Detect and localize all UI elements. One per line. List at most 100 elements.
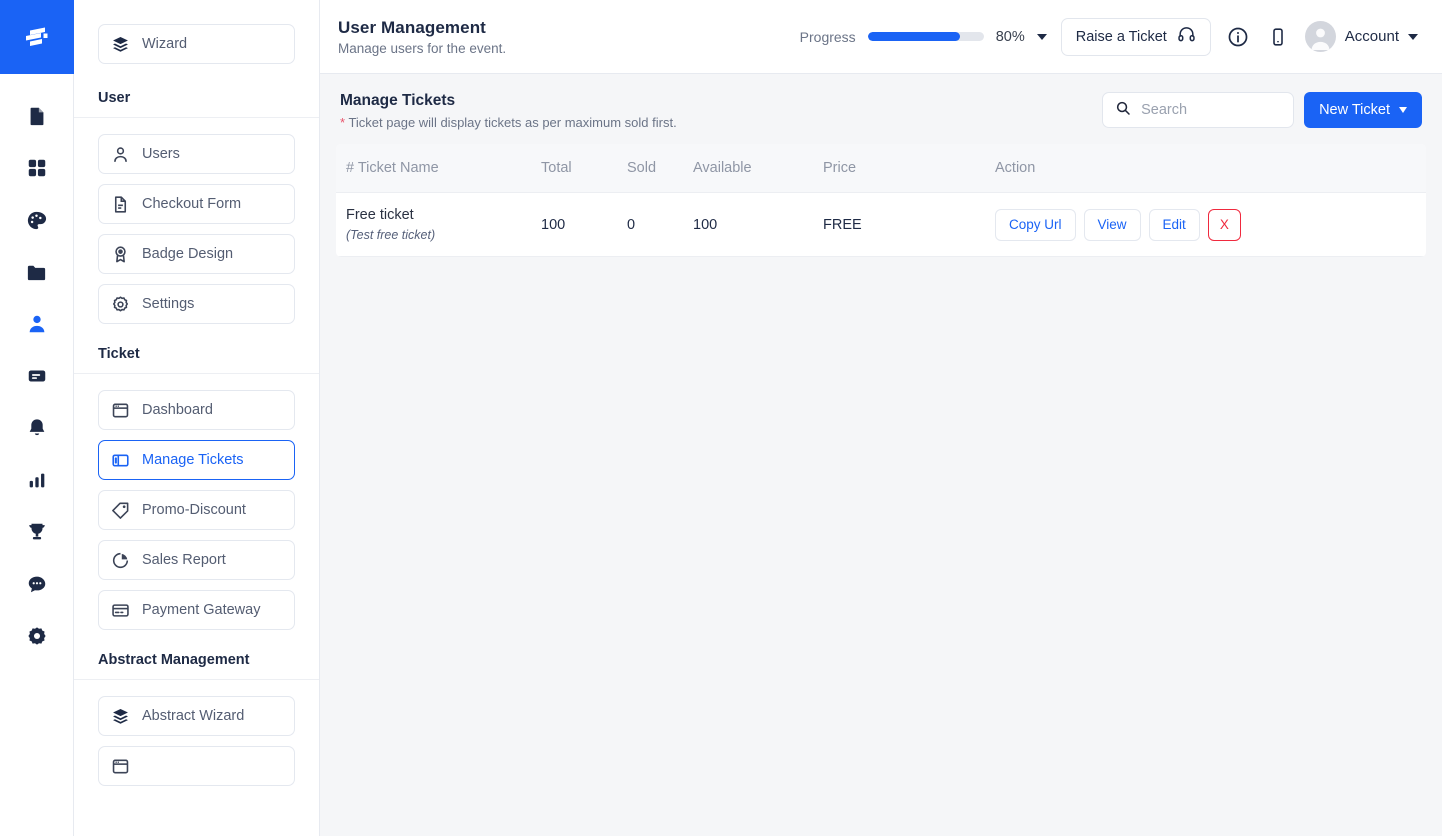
top-bar: User Management Manage users for the eve… [320,0,1442,74]
sidebar-item-sales-report[interactable]: Sales Report [98,540,295,580]
sidebar-item-users[interactable]: Users [98,134,295,174]
sidebar-item-label: Payment Gateway [142,602,261,618]
content-header: Manage Tickets * Ticket page will displa… [336,74,1426,144]
chevron-down-icon [1399,107,1407,113]
cell-available: 100 [693,192,823,257]
window-icon [111,757,130,776]
search-icon [1115,100,1131,121]
cell-total: 100 [541,192,627,257]
sidebar-item-abstract-wizard[interactable]: Abstract Wizard [98,696,295,736]
chevron-down-icon[interactable] [1036,33,1047,40]
credit-card-icon [111,601,130,620]
sidebar-content: Wizard User Users Checkout Form Badge De… [74,0,319,786]
sidebar-item-label: Badge Design [142,246,234,262]
rail-item-awards[interactable] [11,506,63,558]
column-price: Price [823,144,995,193]
sidebar-item-label: Wizard [142,36,188,52]
cell-sold: 0 [627,192,693,257]
rail-item-users[interactable] [11,298,63,350]
raise-ticket-label: Raise a Ticket [1075,28,1167,45]
search-box[interactable] [1102,92,1295,128]
main-column: User Management Manage users for the eve… [320,0,1442,836]
sidebar-item-label: Settings [142,296,195,312]
layers-icon [111,707,130,726]
sidebar-item-label: Abstract Wizard [142,708,245,724]
new-ticket-button[interactable]: New Ticket [1304,92,1422,128]
sidebar-item-badge-design[interactable]: Badge Design [98,234,295,274]
column-available: Available [693,144,823,193]
tag-icon [111,501,130,520]
file-text-icon [111,195,130,214]
sidebar-item-label: Promo-Discount [142,502,246,518]
progress-track [867,32,984,41]
top-bar-actions: Progress 80% Raise a Ticket Account [800,17,1418,56]
cell-ticket-name: Free ticket (Test free ticket) [336,192,541,257]
view-button[interactable]: View [1083,208,1141,241]
content-area: Manage Tickets * Ticket page will displa… [320,74,1442,836]
rail-item-settings[interactable] [11,610,63,662]
sidebar-item-payment-gateway[interactable]: Payment Gateway [98,590,295,630]
account-menu[interactable]: Account [1304,21,1418,52]
rail-item-chat[interactable] [11,558,63,610]
required-asterisk: * [340,115,346,130]
mobile-icon[interactable] [1265,24,1291,50]
sidebar-item-label: Checkout Form [142,196,242,212]
ticket-subtitle: (Test free ticket) [346,228,436,242]
header-title-block: User Management Manage users for the eve… [338,18,506,56]
section-note: * Ticket page will display tickets as pe… [340,115,677,130]
raise-ticket-button[interactable]: Raise a Ticket [1060,17,1211,56]
info-icon[interactable] [1225,24,1251,50]
column-ticket-name: # Ticket Name [336,144,541,193]
app-logo[interactable] [0,0,74,74]
headset-icon [1177,25,1196,48]
gear-icon [111,295,130,314]
rail-item-document[interactable] [11,90,63,142]
tickets-table: # Ticket Name Total Sold Available Price… [336,144,1426,257]
rail-item-analytics[interactable] [11,454,63,506]
sidebar-section-user: User [74,78,319,118]
content-header-actions: New Ticket [1102,92,1422,128]
rail-item-palette[interactable] [11,194,63,246]
rail-item-list [11,74,63,662]
sidebar-section-abstract-management: Abstract Management [74,640,319,680]
table-row: Free ticket (Test free ticket) 100 0 100… [336,192,1426,257]
rail-item-notifications[interactable] [11,402,63,454]
table-header-row: # Ticket Name Total Sold Available Price… [336,144,1426,193]
edit-button[interactable]: Edit [1148,208,1200,241]
rail-item-messages[interactable] [11,350,63,402]
sidebar-item-dashboard[interactable]: Dashboard [98,390,295,430]
cell-price: FREE [823,192,995,257]
section-note-text: Ticket page will display tickets as per … [348,115,677,130]
sidebar-item-label: Manage Tickets [142,452,244,468]
panel-icon [111,451,130,470]
sidebar-item-promo-discount[interactable]: Promo-Discount [98,490,295,530]
chevron-down-icon[interactable] [1408,33,1418,40]
badge-icon [111,245,130,264]
window-icon [111,401,130,420]
page-title: User Management [338,17,486,37]
rail-item-folder[interactable] [11,246,63,298]
progress-indicator: Progress 80% [800,29,1047,45]
column-total: Total [541,144,627,193]
icon-rail [0,0,74,836]
account-label: Account [1344,28,1399,45]
search-input[interactable] [1141,102,1282,118]
table-head: # Ticket Name Total Sold Available Price… [336,144,1426,193]
delete-button[interactable]: X [1207,208,1241,241]
new-ticket-label: New Ticket [1319,102,1390,118]
copy-url-button[interactable]: Copy Url [995,208,1076,241]
content-title-block: Manage Tickets * Ticket page will displa… [340,92,677,130]
pie-chart-icon [111,551,130,570]
avatar [1304,21,1336,52]
sidebar-item-partial[interactable] [98,746,295,786]
sidebar-item-label: Users [142,146,180,162]
page-subtitle: Manage users for the event. [338,40,507,56]
sidebar-item-manage-tickets[interactable]: Manage Tickets [98,440,295,480]
progress-fill [867,32,961,41]
sidebar-item-checkout-form[interactable]: Checkout Form [98,184,295,224]
layers-icon [111,35,130,54]
progress-label: Progress [799,28,856,45]
rail-item-dashboard[interactable] [11,142,63,194]
sidebar-item-settings[interactable]: Settings [98,284,295,324]
sidebar-item-wizard[interactable]: Wizard [98,24,295,64]
